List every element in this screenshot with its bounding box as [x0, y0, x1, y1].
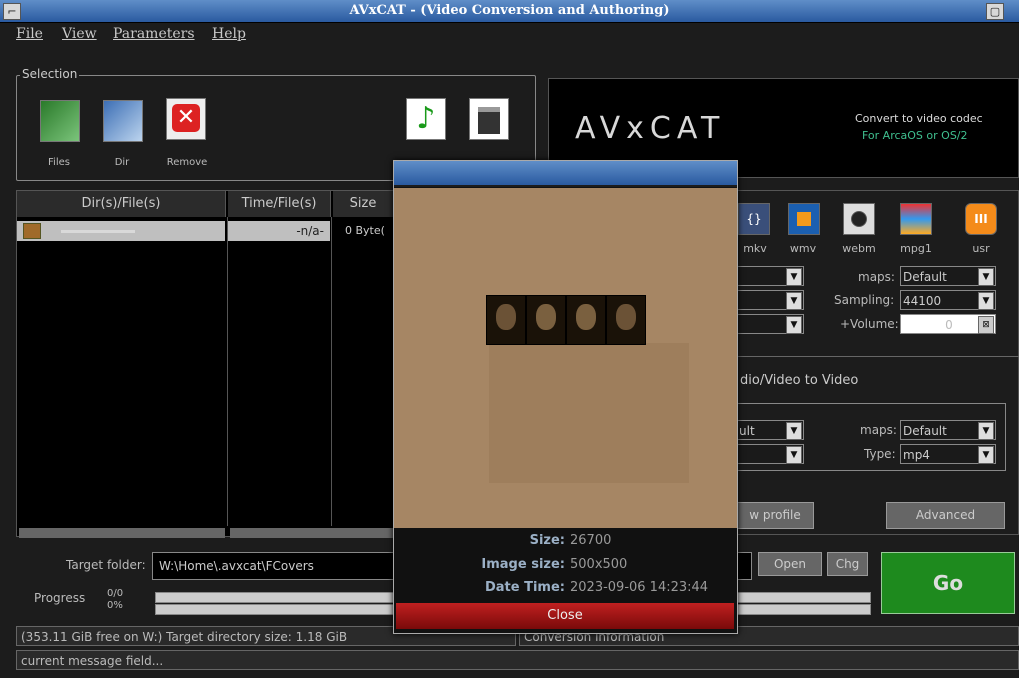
open-button[interactable]: Open	[758, 552, 822, 576]
close-button[interactable]: Close	[396, 603, 734, 629]
banner-title: AVxCAT	[575, 111, 726, 146]
new-profile-button[interactable]: w profile	[736, 502, 814, 529]
file-name	[61, 230, 135, 233]
wmv-icon[interactable]	[788, 203, 820, 235]
video-maps-label: maps:	[860, 423, 897, 437]
webm-icon[interactable]	[843, 203, 875, 235]
volume-input[interactable]: 0 ⊠	[900, 314, 996, 334]
audio-maps-label: maps:	[858, 270, 895, 284]
volume-value: 0	[945, 318, 953, 332]
format-label-webm: webm	[842, 242, 876, 255]
banner-line1: Convert to video codec	[855, 112, 983, 125]
row-size: 0 Byte(	[345, 224, 385, 237]
progress-count: 0/0	[107, 588, 124, 599]
remove-icon[interactable]: ✕	[166, 98, 206, 140]
files-button-label: Files	[48, 157, 70, 168]
portrait-1	[486, 295, 526, 345]
menu-help[interactable]: Help	[212, 26, 246, 42]
files-icon[interactable]	[40, 100, 80, 142]
banner-line2: For ArcaOS or OS/2	[862, 129, 968, 142]
menu-bar: File View Parameters Help	[0, 23, 1019, 45]
audio-maps-value: Default	[903, 270, 947, 284]
target-folder-label: Target folder:	[66, 558, 146, 572]
dir-icon[interactable]	[103, 100, 143, 142]
mpg1-icon[interactable]	[900, 203, 932, 235]
portrait-2	[526, 295, 566, 345]
chevron-down-icon[interactable]: ▼	[978, 446, 994, 464]
table-row[interactable]	[17, 221, 225, 241]
format-label-mpg1: mpg1	[900, 242, 932, 255]
audio-select-2[interactable]: ▼	[736, 290, 804, 310]
horizontal-scrollbar[interactable]	[19, 528, 225, 538]
image-size-value: 500x500	[570, 557, 628, 572]
advanced-button[interactable]: Advanced	[886, 502, 1005, 529]
video-clapper-icon[interactable]	[469, 98, 509, 140]
chevron-down-icon[interactable]: ▼	[978, 268, 994, 286]
file-list[interactable]: Dir(s)/File(s) Time/File(s) Size -n/a- 0…	[16, 190, 394, 538]
audio-select-1[interactable]: ▼	[736, 266, 804, 286]
chevron-down-icon[interactable]: ▼	[978, 292, 994, 310]
progress-percent: 0%	[107, 600, 123, 611]
type-label: Type:	[864, 447, 896, 461]
datetime-label: Date Time:	[484, 580, 565, 595]
volume-spin-icon[interactable]: ⊠	[978, 316, 994, 334]
chg-button[interactable]: Chg	[827, 552, 868, 576]
usr-icon[interactable]: III	[965, 203, 997, 235]
sampling-label: Sampling:	[834, 293, 895, 307]
cover-image	[394, 188, 737, 528]
menu-parameters[interactable]: Parameters	[113, 26, 195, 42]
size-value: 26700	[570, 533, 612, 548]
audio-maps-select[interactable]: Default ▼	[900, 266, 996, 286]
progress-label: Progress	[34, 591, 86, 605]
video-maps-value: Default	[903, 424, 947, 438]
header-dirfile[interactable]: Dir(s)/File(s)	[17, 191, 226, 217]
video-maps-select[interactable]: Default ▼	[900, 420, 996, 440]
volume-label: +Volume:	[840, 317, 899, 331]
row-time: -n/a-	[228, 221, 330, 241]
video-select-1[interactable]: ult ▼	[736, 420, 804, 440]
audio-icon[interactable]: ♪	[406, 98, 446, 140]
audio-select-3[interactable]: ▼	[736, 314, 804, 334]
header-time[interactable]: Time/File(s)	[228, 191, 331, 217]
go-button[interactable]: Go	[881, 552, 1015, 614]
file-icon	[23, 223, 41, 239]
video-select-2[interactable]: ▼	[736, 444, 804, 464]
mkv-icon[interactable]: {}	[738, 203, 770, 235]
sampling-select[interactable]: 44100 ▼	[900, 290, 996, 310]
image-size-row: Image size: 500x500	[394, 557, 737, 577]
format-label-wmv: wmv	[789, 242, 817, 255]
format-label-usr: usr	[972, 242, 990, 255]
sampling-value: 44100	[903, 294, 942, 308]
image-size-label: Image size:	[481, 557, 565, 572]
remove-button-label: Remove	[166, 157, 208, 168]
portrait-4	[606, 295, 646, 345]
video-select-1-value: ult	[739, 424, 755, 438]
horizontal-scrollbar-2[interactable]	[230, 528, 393, 538]
image-info-dialog: Size: 26700 Image size: 500x500 Date Tim…	[393, 160, 738, 634]
chevron-down-icon[interactable]: ▼	[978, 422, 994, 440]
portrait-3	[566, 295, 606, 345]
menu-view[interactable]: View	[62, 26, 97, 42]
size-label: Size:	[529, 533, 565, 548]
size-row: Size: 26700	[394, 533, 737, 553]
header-size[interactable]: Size	[333, 191, 394, 217]
dir-button-label: Dir	[114, 157, 130, 168]
type-value: mp4	[903, 448, 930, 462]
selection-label: Selection	[20, 67, 80, 81]
dialog-title-bar[interactable]	[394, 161, 737, 187]
datetime-value: 2023-09-06 14:23:44	[570, 580, 709, 595]
datetime-row: Date Time: 2023-09-06 14:23:44	[394, 580, 737, 600]
title-bar[interactable]: ⌐ AVxCAT - (Video Conversion and Authori…	[0, 0, 1019, 23]
video-section-label: dio/Video to Video	[740, 373, 859, 388]
message-field: current message field...	[16, 650, 1019, 670]
menu-file[interactable]: File	[16, 26, 43, 42]
maximize-icon[interactable]: ▢	[986, 3, 1004, 20]
window-title: AVxCAT - (Video Conversion and Authoring…	[349, 3, 670, 18]
type-select[interactable]: mp4 ▼	[900, 444, 996, 464]
